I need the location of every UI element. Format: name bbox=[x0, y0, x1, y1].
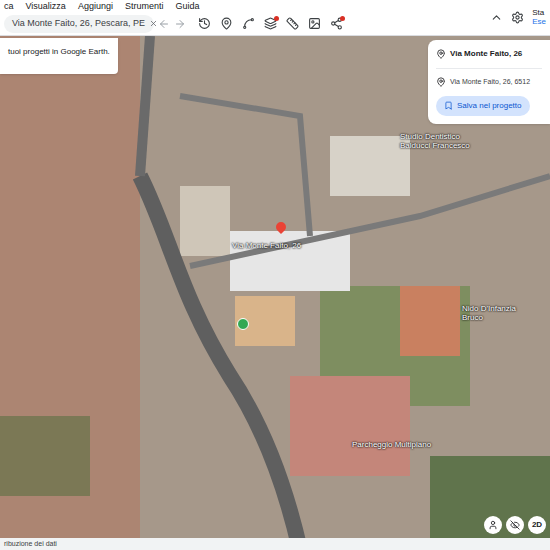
top-bar: ca Visualizza Aggiungi Strumenti Guida Via Mo… bbox=[0, 0, 550, 36]
account-name[interactable]: Sta bbox=[532, 8, 546, 17]
forward-icon[interactable] bbox=[174, 18, 186, 30]
clear-icon[interactable] bbox=[149, 19, 158, 28]
path-icon[interactable] bbox=[242, 17, 255, 30]
menu-bar: ca Visualizza Aggiungi Strumenti Guida bbox=[4, 0, 490, 12]
map-label: Via Monte Faito, 26 bbox=[232, 241, 301, 250]
menu-item[interactable]: Strumenti bbox=[125, 0, 164, 12]
map-label: Studio Dentistico Balducci Francesco bbox=[400, 132, 470, 150]
pegman-icon[interactable] bbox=[484, 516, 502, 534]
bookmark-icon bbox=[444, 101, 453, 110]
place-title: Via Monte Faito, 26 bbox=[450, 48, 522, 60]
place-address: Via Monte Faito, 26, 6512 bbox=[450, 77, 530, 88]
history-icon[interactable] bbox=[198, 17, 211, 30]
google-earth-window: ca Visualizza Aggiungi Strumenti Guida Via Mo… bbox=[0, 0, 550, 550]
back-icon[interactable] bbox=[158, 18, 170, 30]
layers-icon[interactable] bbox=[264, 17, 277, 30]
hide-icon[interactable] bbox=[506, 516, 524, 534]
ruler-icon[interactable] bbox=[286, 17, 299, 30]
street-view-marker-icon[interactable] bbox=[237, 318, 249, 330]
map-label: Parcheggio Multipiano bbox=[352, 440, 431, 449]
collapse-icon[interactable] bbox=[490, 11, 503, 24]
badge-dot bbox=[274, 16, 279, 21]
menu-item[interactable]: Visualizza bbox=[26, 0, 66, 12]
menu-item[interactable]: Guida bbox=[175, 0, 199, 12]
pin-icon[interactable] bbox=[220, 17, 233, 30]
photo-icon[interactable] bbox=[308, 17, 321, 30]
menu-item[interactable]: Aggiungi bbox=[78, 0, 113, 12]
search-field[interactable]: Via Monte Faito, 26, Pescara, PE bbox=[4, 15, 154, 33]
place-card: Via Monte Faito, 26 Via Monte Faito, 26, … bbox=[428, 40, 550, 124]
attribution-link[interactable]: ribuzione dei dati bbox=[4, 539, 57, 550]
place-pin-icon bbox=[436, 49, 446, 59]
gear-icon[interactable] bbox=[511, 11, 524, 24]
badge-dot bbox=[340, 16, 345, 21]
projects-tip: tuoi progetti in Google Earth. bbox=[0, 38, 118, 74]
account-link[interactable]: Ese bbox=[532, 17, 546, 26]
view-toggle-button[interactable]: 2D bbox=[528, 516, 546, 534]
save-to-project-button[interactable]: Salva nel progetto bbox=[436, 96, 530, 116]
map-label: Nido D'Infanzia Bruco bbox=[462, 304, 532, 322]
menu-item[interactable]: ca bbox=[4, 0, 14, 12]
share-icon[interactable] bbox=[330, 17, 343, 30]
attribution-bar: ribuzione dei dati bbox=[0, 538, 550, 550]
map-view[interactable]: Via Monte Faito, 26 Studio Dentistico Bal… bbox=[0, 36, 550, 550]
address-pin-icon bbox=[436, 77, 446, 87]
